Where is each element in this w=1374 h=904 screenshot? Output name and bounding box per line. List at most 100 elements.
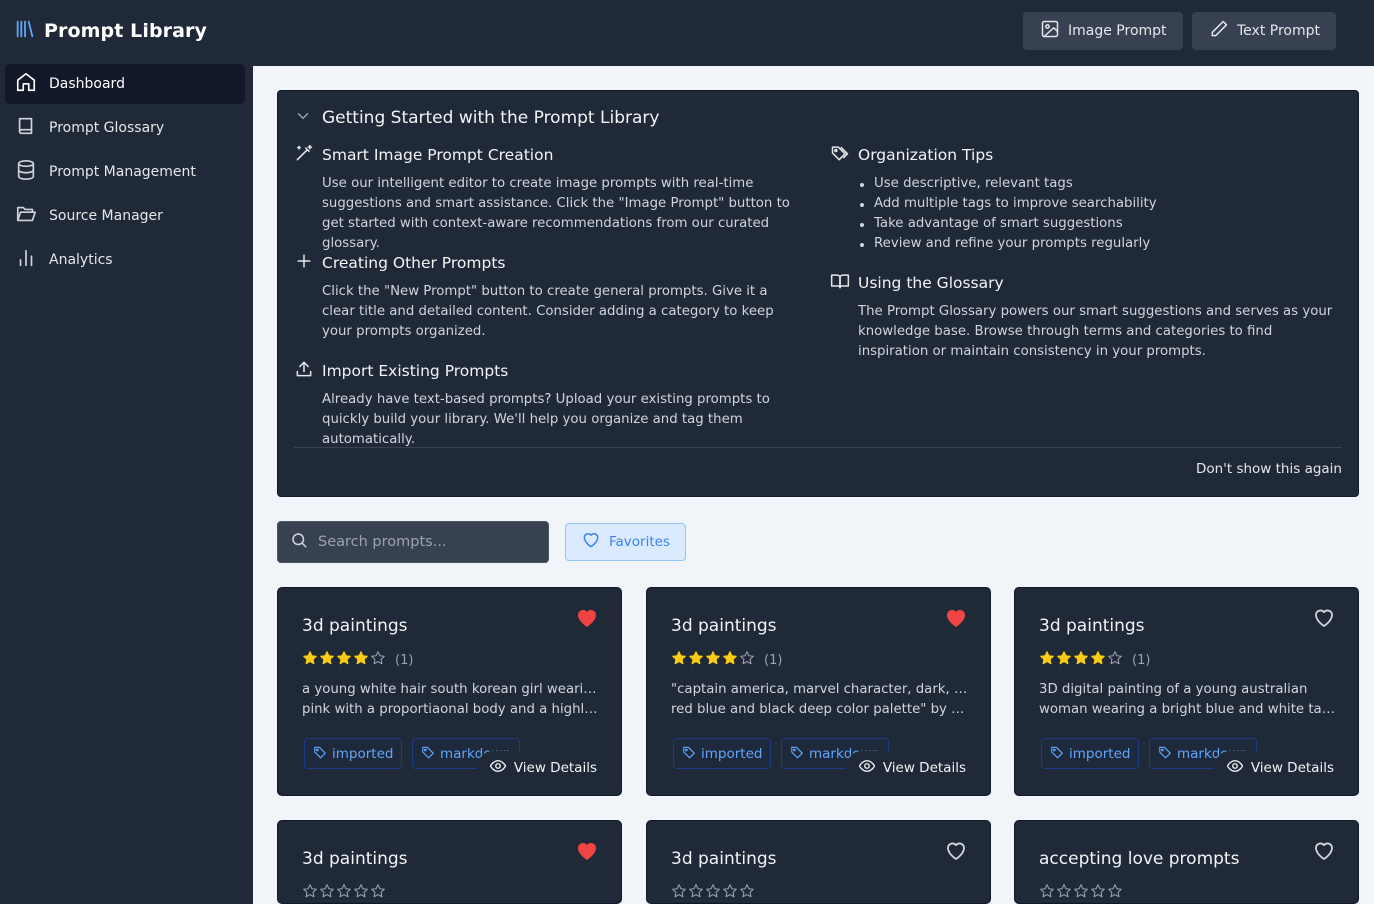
heart-filled-icon[interactable] xyxy=(575,839,599,863)
heart-outline-icon[interactable] xyxy=(1312,606,1336,630)
star-outline-icon[interactable] xyxy=(1039,883,1055,903)
magic-wand-icon xyxy=(294,143,314,167)
card-title: 3d paintings xyxy=(302,616,408,636)
star-outline-icon[interactable] xyxy=(1090,883,1106,903)
prompt-card[interactable]: 3d paintings (1) 3D digital painting of a … xyxy=(1014,587,1359,796)
open-book-icon xyxy=(830,271,850,295)
description-line: a young white hair south korean girl wea… xyxy=(302,682,600,697)
prompt-card[interactable]: 3d paintings (1) a young white hair south … xyxy=(277,587,622,796)
star-outline-icon[interactable] xyxy=(671,883,687,903)
plus-icon xyxy=(294,251,314,275)
view-details-button[interactable]: View Details xyxy=(1213,751,1346,784)
star-filled-icon[interactable] xyxy=(688,650,704,670)
heart-outline-icon[interactable] xyxy=(944,839,968,863)
prompt-card[interactable]: accepting love prompts xyxy=(1014,820,1359,904)
heart-icon xyxy=(581,530,601,554)
heart-filled-icon[interactable] xyxy=(575,606,599,630)
getting-started-toggle[interactable]: Getting Started with the Prompt Library xyxy=(294,107,659,129)
star-filled-icon[interactable] xyxy=(353,650,369,670)
prompt-card[interactable]: 3d paintings (1) "captain america, marvel … xyxy=(646,587,991,796)
star-filled-icon[interactable] xyxy=(705,650,721,670)
star-filled-icon[interactable] xyxy=(1039,650,1055,670)
sidebar-item-prompt-glossary[interactable]: Prompt Glossary xyxy=(5,108,245,148)
star-outline-icon[interactable] xyxy=(370,883,386,903)
description-line: pink with a proportiaonal body and a hig… xyxy=(302,702,600,717)
star-outline-icon[interactable] xyxy=(302,883,318,903)
card-title: 3d paintings xyxy=(1039,616,1145,636)
image-prompt-button[interactable]: Image Prompt xyxy=(1023,12,1183,50)
view-details-button[interactable]: View Details xyxy=(476,751,609,784)
getting-started-panel: Getting Started with the Prompt Library … xyxy=(277,90,1359,497)
star-outline-icon[interactable] xyxy=(1073,883,1089,903)
star-outline-icon[interactable] xyxy=(319,883,335,903)
folder-open-icon xyxy=(15,203,37,229)
star-outline-icon[interactable] xyxy=(1107,650,1123,670)
tag-chip[interactable]: imported xyxy=(673,738,772,769)
star-filled-icon[interactable] xyxy=(319,650,335,670)
prompt-card[interactable]: 3d paintings xyxy=(277,820,622,904)
card-description: a young white hair south korean girl wea… xyxy=(302,680,600,720)
star-outline-icon[interactable] xyxy=(739,650,755,670)
description-line: red blue and black deep color palette" b… xyxy=(671,702,969,717)
rating-count: (1) xyxy=(1132,652,1151,668)
text-prompt-button[interactable]: Text Prompt xyxy=(1192,12,1336,50)
prompt-card[interactable]: 3d paintings xyxy=(646,820,991,904)
description-line: woman wearing a bright blue and white ta… xyxy=(1039,702,1337,717)
star-outline-icon[interactable] xyxy=(739,883,755,903)
rating-stars[interactable] xyxy=(1039,883,1123,903)
dont-show-again-button[interactable]: Don't show this again xyxy=(1196,461,1342,477)
star-outline-icon[interactable] xyxy=(722,883,738,903)
card-description: 3D digital painting of a young australia… xyxy=(1039,680,1337,720)
rating-stars[interactable]: (1) xyxy=(671,650,782,670)
heart-filled-icon[interactable] xyxy=(944,606,968,630)
view-details-label: View Details xyxy=(1250,759,1334,776)
star-filled-icon[interactable] xyxy=(1056,650,1072,670)
tag-chip[interactable]: imported xyxy=(1041,738,1140,769)
section-text: The Prompt Glossary powers our smart sug… xyxy=(858,304,1333,359)
star-filled-icon[interactable] xyxy=(722,650,738,670)
star-outline-icon[interactable] xyxy=(353,883,369,903)
star-filled-icon[interactable] xyxy=(671,650,687,670)
divider xyxy=(294,447,1342,448)
heart-outline-icon[interactable] xyxy=(1312,839,1336,863)
tip-item: Review and refine your prompts regularly xyxy=(858,234,1340,254)
star-filled-icon[interactable] xyxy=(1073,650,1089,670)
tips-list: Use descriptive, relevant tags Add multi… xyxy=(830,174,1340,254)
sidebar-item-dashboard[interactable]: Dashboard xyxy=(5,64,245,104)
text-prompt-label: Text Prompt xyxy=(1237,23,1320,39)
star-outline-icon[interactable] xyxy=(688,883,704,903)
rating-stars[interactable] xyxy=(671,883,755,903)
sidebar-item-analytics[interactable]: Analytics xyxy=(5,240,245,280)
star-outline-icon[interactable] xyxy=(1107,883,1123,903)
rating-stars[interactable]: (1) xyxy=(1039,650,1150,670)
tag-chip[interactable]: imported xyxy=(304,738,403,769)
sidebar-item-prompt-management[interactable]: Prompt Management xyxy=(5,152,245,192)
database-icon xyxy=(15,159,37,185)
card-description: "captain america, marvel character, dark… xyxy=(671,680,969,720)
star-outline-icon[interactable] xyxy=(370,650,386,670)
tag-label: imported xyxy=(1069,745,1131,762)
star-outline-icon[interactable] xyxy=(705,883,721,903)
search-input[interactable] xyxy=(318,534,528,550)
sidebar-item-label: Dashboard xyxy=(49,76,125,92)
star-filled-icon[interactable] xyxy=(1090,650,1106,670)
sidebar-item-source-manager[interactable]: Source Manager xyxy=(5,196,245,236)
app-title: Prompt Library xyxy=(44,20,208,42)
view-details-button[interactable]: View Details xyxy=(845,751,978,784)
star-outline-icon[interactable] xyxy=(336,883,352,903)
favorites-button[interactable]: Favorites xyxy=(565,523,686,561)
star-filled-icon[interactable] xyxy=(336,650,352,670)
description-line: 3D digital painting of a young australia… xyxy=(1039,682,1308,697)
tag-label: imported xyxy=(701,745,763,762)
rating-stars[interactable] xyxy=(302,883,386,903)
sidebar-item-label: Prompt Glossary xyxy=(49,120,165,136)
brand[interactable]: Prompt Library xyxy=(14,18,207,44)
pencil-icon xyxy=(1209,19,1229,43)
sidebar-item-label: Prompt Management xyxy=(49,164,196,180)
rating-count: (1) xyxy=(764,652,783,668)
rating-stars[interactable]: (1) xyxy=(302,650,413,670)
top-bar: Prompt Library Image Prompt Text Prompt xyxy=(0,0,1374,66)
star-filled-icon[interactable] xyxy=(302,650,318,670)
star-outline-icon[interactable] xyxy=(1056,883,1072,903)
section-creating-other: Creating Other Prompts Click the "New Pr… xyxy=(294,252,794,342)
